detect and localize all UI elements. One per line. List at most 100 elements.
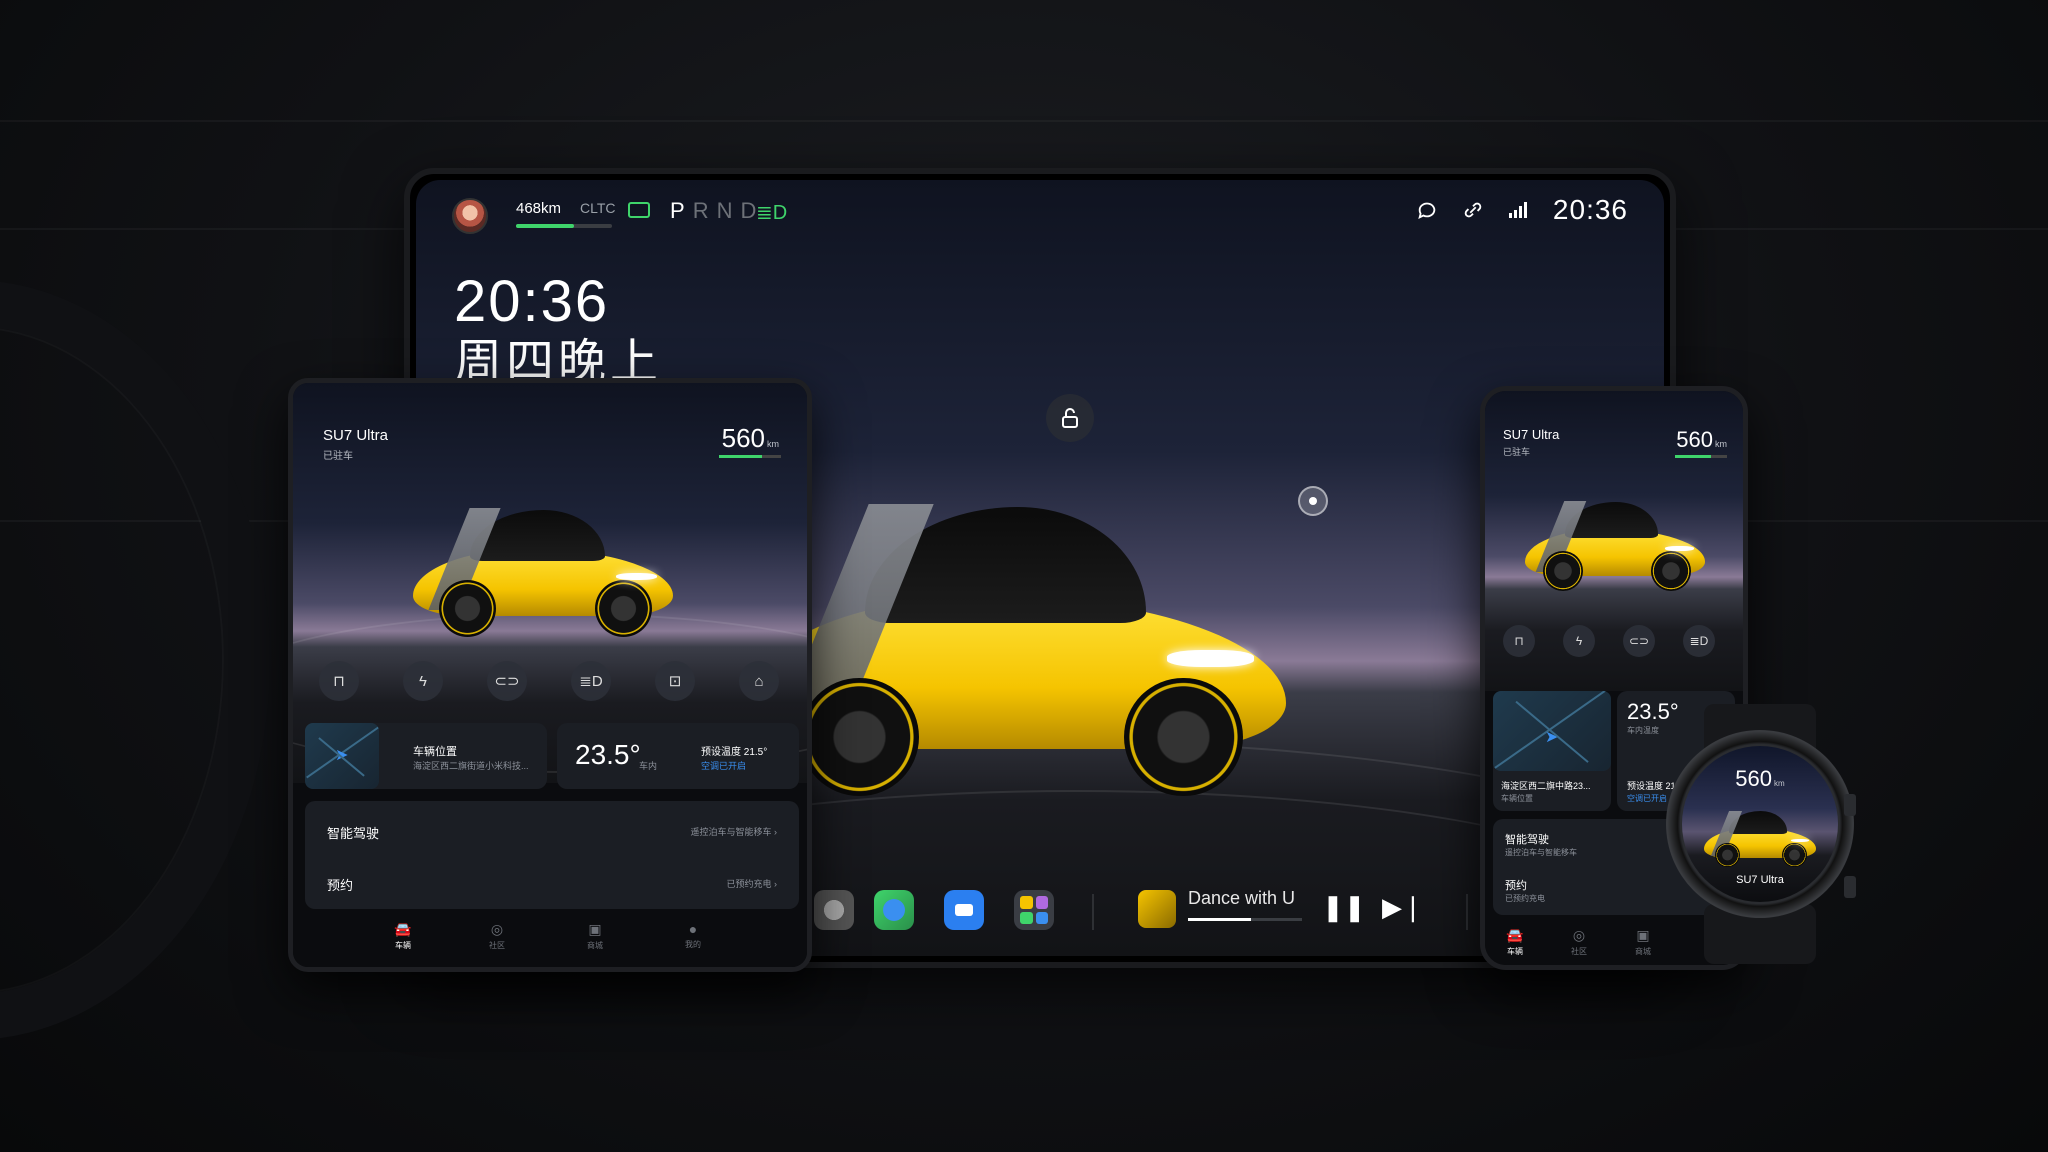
tab-vehicle[interactable]: 🚘 车辆 [383, 921, 423, 951]
unlock-button[interactable] [1046, 394, 1094, 442]
album-art[interactable] [1138, 890, 1176, 928]
tab-store[interactable]: ▣ 商城 [575, 921, 615, 951]
tab-store[interactable]: ▣ 商城 [1623, 927, 1663, 957]
gear-selector: PRND [670, 198, 764, 224]
lock-icon[interactable]: ⊓ [319, 661, 359, 701]
dock-divider [1092, 894, 1094, 930]
car-image [746, 470, 1286, 810]
video-app-icon[interactable] [944, 890, 984, 930]
car-icon[interactable]: ⊂⊃ [487, 661, 527, 701]
next-track-icon[interactable]: ▶❘ [1382, 892, 1424, 923]
location-card[interactable]: ➤ 车辆位置 海淀区西二旗街道小米科技... [305, 723, 547, 789]
track-progress[interactable] [1188, 918, 1302, 921]
tab-community[interactable]: ◎ 社区 [477, 921, 517, 951]
lock-icon[interactable]: ⊓ [1503, 625, 1535, 657]
app-grid-icon[interactable] [1014, 890, 1054, 930]
range-readout: 560 km [1676, 427, 1727, 453]
status-right: 20:36 [1415, 194, 1628, 226]
booking-desc: 已预约充电 [1505, 894, 1545, 903]
tab-me[interactable]: ● 我的 [673, 921, 713, 950]
tab-community[interactable]: ◎ 社区 [1559, 927, 1599, 957]
phone-hero: SU7 Ultra 已驻车 560 km ⊓ ϟ ⊂⊃ ≣D [1485, 391, 1743, 691]
headlight-icon[interactable]: ≣D [1683, 625, 1715, 657]
navigation-app-icon[interactable] [874, 890, 914, 930]
headlight-icon: ≣D [756, 202, 788, 224]
ac-status: 空调已开启 [701, 761, 747, 771]
smart-drive-title[interactable]: 智能驾驶 [327, 823, 379, 842]
watch-button[interactable] [1844, 876, 1856, 898]
features-card: 智能驾驶 遥控泊车与智能移车 › 预约 已预约充电 › [305, 801, 799, 909]
range-value: 468km [516, 200, 562, 217]
compass-icon: ◎ [490, 921, 504, 937]
car-icon: 🚘 [394, 921, 412, 937]
location-address: 海淀区西二旗中路23... [1501, 781, 1591, 791]
car-image [1525, 491, 1705, 595]
gear-selected: P [670, 198, 693, 223]
range-bar [719, 455, 781, 458]
parked-status: 已驻车 [1503, 447, 1531, 457]
signal-icon [1507, 198, 1531, 222]
climate-card[interactable]: 23.5° 车内 预设温度 21.5° 空调已开启 [557, 723, 799, 789]
smart-drive-title[interactable]: 智能驾驶 [1505, 831, 1549, 847]
tab-vehicle[interactable]: 🚘 车辆 [1495, 927, 1535, 957]
range-cycle: CLTC [580, 200, 616, 216]
parked-status: 已驻车 [323, 451, 353, 462]
car-image [1704, 804, 1816, 870]
user-avatar[interactable] [452, 198, 488, 234]
cabin-temp: 23.5° [575, 739, 641, 770]
range-value: 560 [1676, 427, 1713, 452]
location-title: 车辆位置 [413, 746, 457, 758]
booking-title[interactable]: 预约 [1505, 877, 1527, 893]
dashboard-line [0, 120, 2048, 122]
range-unit: km [1774, 779, 1785, 788]
frunk-icon[interactable]: ⌂ [739, 661, 779, 701]
charge-icon[interactable]: ϟ [403, 661, 443, 701]
cabin-temp-label: 车内 [639, 761, 658, 771]
smart-drive-desc[interactable]: 遥控泊车与智能移车 › [690, 825, 777, 838]
watch-range: 560 km [1682, 766, 1838, 792]
status-bar: 468km CLTC PRND ≣D 20:36 [416, 180, 1664, 244]
car-icon[interactable]: ⊂⊃ [1623, 625, 1655, 657]
tablet-bottom-nav: 🚘 车辆 ◎ 社区 ▣ 商城 ● 我的 [293, 911, 807, 967]
watch-crown[interactable] [1844, 794, 1856, 816]
range-unit: km [767, 439, 779, 449]
range-bar [1675, 455, 1727, 458]
battery-icon [628, 202, 650, 218]
booking-desc[interactable]: 已预约充电 › [726, 877, 777, 890]
model-name: SU7 Ultra [1503, 427, 1560, 442]
car-icon: 🚘 [1506, 927, 1524, 943]
bag-icon: ▣ [1636, 927, 1650, 943]
settings-app-icon[interactable] [814, 890, 854, 930]
smartwatch: 560 km SU7 Ultra [1660, 704, 1860, 964]
location-title: 车辆位置 [1501, 794, 1533, 803]
location-address: 海淀区西二旗街道小米科技... [413, 761, 529, 771]
watch-model: SU7 Ultra [1736, 874, 1784, 886]
mini-map: ➤ [1493, 691, 1611, 771]
car-image [413, 493, 673, 643]
pause-icon[interactable]: ❚❚ [1322, 892, 1366, 923]
tablet-device: SU7 Ultra 已驻车 560 km ⊓ ϟ ⊂⊃ ≣D ⊡ ⌂ ➤ 车辆位置… [288, 378, 812, 972]
range-bar [516, 224, 612, 228]
charge-icon[interactable]: ϟ [1563, 625, 1595, 657]
booking-title[interactable]: 预约 [327, 875, 353, 894]
navigation-arrow-icon: ➤ [1545, 729, 1559, 746]
smart-drive-desc: 遥控泊车与智能移车 [1505, 848, 1577, 857]
cabin-temp-label: 车内温度 [1627, 726, 1659, 735]
preset-temp: 预设温度 21.5° [701, 747, 768, 758]
showcase-stage: 468km CLTC PRND ≣D 20:36 20:36 周四晚上 Danc… [0, 0, 2048, 1152]
model-name: SU7 Ultra [323, 427, 389, 444]
link-icon[interactable] [1461, 198, 1485, 222]
range-value: 560 [721, 423, 765, 453]
range-readout: 560 km [722, 423, 779, 454]
trunk-icon[interactable]: ⊡ [655, 661, 695, 701]
car-hotspot[interactable] [1298, 486, 1328, 516]
compass-icon: ◎ [1572, 927, 1586, 943]
headlight-icon[interactable]: ≣D [571, 661, 611, 701]
range-unit: km [1715, 439, 1727, 449]
range-indicator: 468km CLTC [516, 200, 616, 228]
navigation-arrow-icon: ➤ [335, 747, 349, 764]
status-clock: 20:36 [1552, 194, 1628, 225]
message-icon[interactable] [1415, 198, 1439, 222]
location-card[interactable]: ➤ 海淀区西二旗中路23... 车辆位置 [1493, 691, 1611, 811]
dock-divider [1466, 894, 1468, 930]
